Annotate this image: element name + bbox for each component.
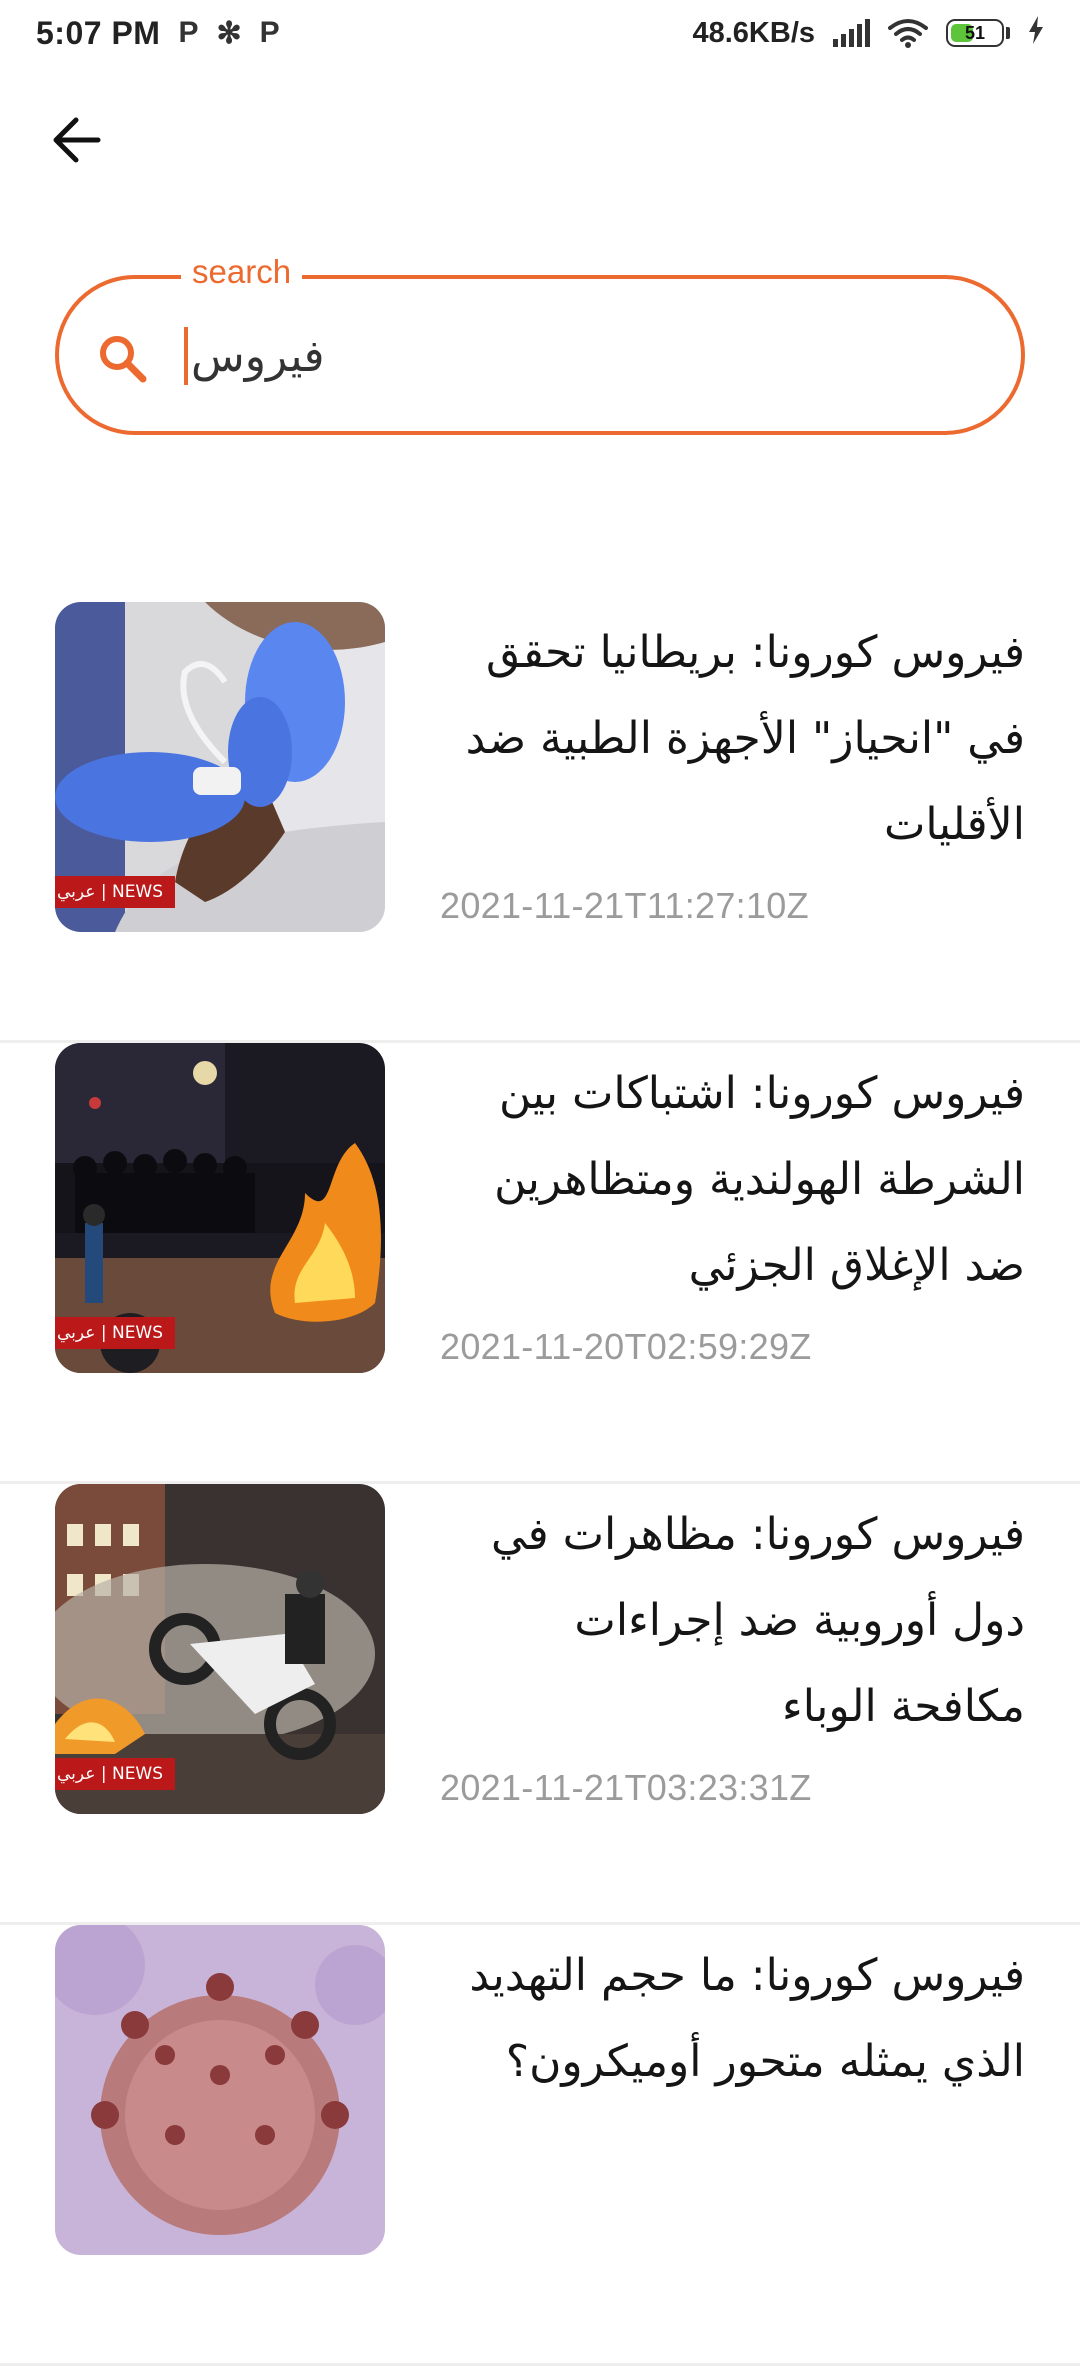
status-time: 5:07 PM [36,14,161,51]
article-item[interactable]: عربي | NEWS فيروس كورونا: مظاهرات في دول… [0,1484,1080,1925]
coronavirus-illustration [55,1925,385,2255]
notification-p-icon: P [259,16,280,49]
notification-p-icon: P [178,16,199,49]
status-bar: 5:07 PM P ✻ P 48.6KB/s 51 [0,0,1080,66]
signal-icon [833,19,870,47]
notification-pinwheel-icon: ✻ [216,16,242,50]
news-source-badge: عربي | NEWS [55,876,176,908]
status-left: 5:07 PM P ✻ P [36,15,280,52]
text-cursor [184,327,188,385]
article-title: فيروس كورونا: اشتباكات بين الشرطة الهولن… [494,1068,1025,1291]
arrow-left-icon [53,117,101,163]
battery-icon: 51 [946,19,1004,47]
search-icon [100,336,147,383]
search-input[interactable] [181,319,971,393]
search-label: search [181,253,303,291]
charging-bolt-icon [1028,15,1044,51]
news-source-badge: عربي | NEWS [55,1758,176,1790]
article-date: 2021-11-21T11:27:10Z [440,885,809,926]
battery-level: 51 [964,22,986,43]
article-item[interactable]: عربي | NEWS فيروس كورونا: اشتباكات بين ا… [0,1043,1080,1484]
status-right: 48.6KB/s 51 [692,15,1044,51]
article-title: فيروس كورونا: بريطانيا تحقق في "انحياز" … [465,627,1025,850]
article-item[interactable]: عربي | NEWS فيروس كورونا: بريطانيا تحقق … [0,602,1080,1043]
article-title: فيروس كورونا: ما حجم التهديد الذي يمثله … [469,1950,1025,2087]
article-date: 2021-11-21T03:23:31Z [440,1767,812,1808]
search-field[interactable]: search [55,253,1025,435]
article-date: 2021-11-20T02:59:29Z [440,1326,812,1367]
back-button[interactable] [40,104,112,176]
article-thumbnail: عربي | NEWS [55,1043,385,1373]
article-item[interactable]: فيروس كورونا: ما حجم التهديد الذي يمثله … [0,1925,1080,2366]
network-speed: 48.6KB/s [692,16,815,49]
article-thumbnail: عربي | NEWS [55,602,385,932]
article-thumbnail: عربي | NEWS [55,1484,385,1814]
article-list: عربي | NEWS فيروس كورونا: بريطانيا تحقق … [0,602,1080,2366]
news-source-badge: عربي | NEWS [55,1317,176,1349]
wifi-icon [888,19,928,48]
article-thumbnail [55,1925,385,2255]
battery-tip [1006,27,1010,39]
article-title: فيروس كورونا: مظاهرات في دول أوروبية ضد … [490,1509,1025,1732]
